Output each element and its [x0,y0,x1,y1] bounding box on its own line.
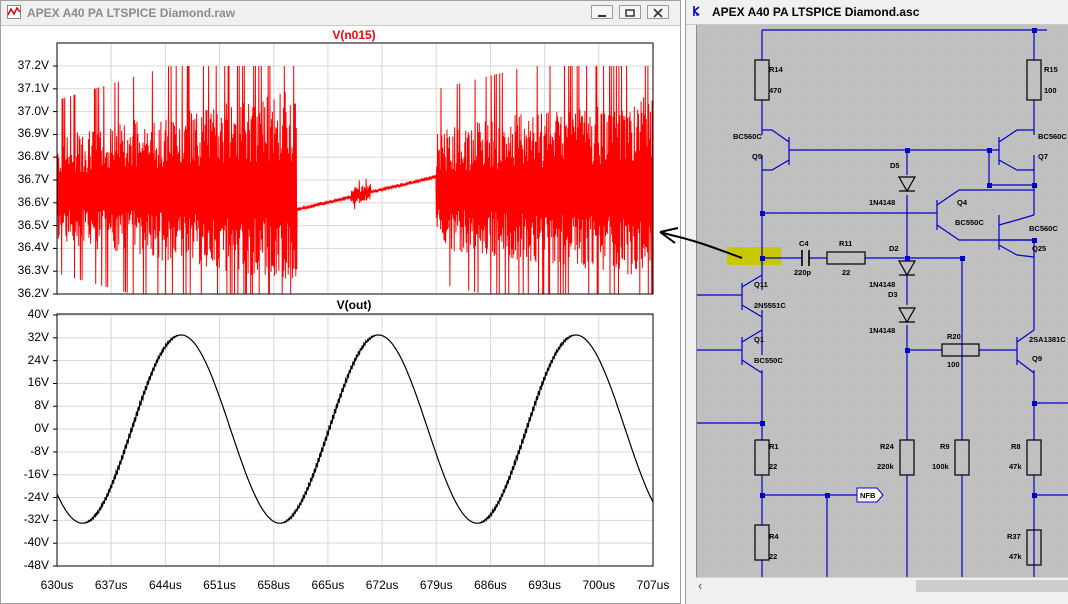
r8-value: 47k [1009,462,1022,471]
resistors [754,59,1042,566]
r20-ref: R20 [947,332,961,341]
waveform-window-title: APEX A40 PA LTSPICE Diamond.raw [27,6,236,20]
q1-ref: Q1 [754,335,764,344]
d5-ref: D5 [890,161,900,170]
schematic-titlebar[interactable]: APEX A40 PA LTSPICE Diamond.asc [686,0,1068,25]
c4-ref: C4 [799,239,809,248]
q7-ref: Q7 [1038,152,1048,161]
r4-ref: R4 [769,532,779,541]
nfb-net-label[interactable]: NFB [856,487,884,503]
waveform-titlebar[interactable]: APEX A40 PA LTSPICE Diamond.raw [1,1,680,26]
plot-area[interactable]: V(n015) V(out) 37.2V 37.1V 37.0V 36.9V 36.8V… [1,26,680,603]
q5-ref: Q5 [752,152,762,161]
d5-model: 1N4148 [869,198,895,207]
r20-value: 100 [947,360,960,369]
restore-icon [625,9,635,17]
d3-model: 1N4148 [869,326,895,335]
schematic-window-title: APEX A40 PA LTSPICE Diamond.asc [712,5,920,19]
r9-value: 100k [932,462,950,471]
svg-text:NFB: NFB [860,491,876,500]
r1-value: 22 [769,462,777,471]
horizontal-scrollbar[interactable]: ‹ [696,577,1068,594]
d2-ref: D2 [889,244,899,253]
q25-ref: Q25 [1032,244,1046,253]
q9-model: 2SA1381C [1029,335,1066,344]
scroll-thumb[interactable] [916,580,1068,592]
bottom-pane-frame [56,313,654,567]
r1-ref: R1 [769,442,779,451]
scroll-left-arrow-icon[interactable]: ‹ [698,578,702,593]
d3-ref: D3 [888,290,898,299]
r4-value: 22 [769,552,777,561]
component-labels: R14 470 R15 100 BC560C Q5 BC560C Q7 D5 1… [733,65,1067,561]
r24-value: 220k [877,462,895,471]
r15-value: 100 [1044,86,1057,95]
d2-model: 1N4148 [869,280,895,289]
capacitor-c4 [801,250,810,266]
q4-ref: Q4 [957,198,968,207]
q9-ref: Q9 [1032,354,1042,363]
minimize-icon [598,15,606,17]
schematic-drawing[interactable]: NFB R14 470 R15 100 BC560C Q5 BC560C Q7 … [697,25,1068,577]
r24-ref: R24 [880,442,895,451]
r15-ref: R15 [1044,65,1058,74]
plot-canvas[interactable] [1,26,680,603]
waveform-window[interactable]: APEX A40 PA LTSPICE Diamond.raw V(n015) … [0,0,681,604]
r9-ref: R9 [940,442,950,451]
schematic-window[interactable]: APEX A40 PA LTSPICE Diamond.asc NFB R14 … [685,0,1068,604]
q7-model: BC560C [1038,132,1067,141]
r11-ref: R11 [839,239,852,248]
waveform-icon [7,5,21,19]
r11-value: 22 [842,268,850,277]
schematic-icon [693,6,700,16]
q5-model: BC560C [733,132,762,141]
r14-ref: R14 [769,65,784,74]
r37-ref: R37 [1007,532,1021,541]
minimize-button[interactable] [591,5,613,19]
r14-value: 470 [769,86,782,95]
r37-value: 47k [1009,552,1022,561]
q11-ref: Q11 [754,280,768,289]
q1-model: BC550C [754,356,783,365]
grid-dots [705,33,1058,562]
schematic-canvas[interactable]: NFB R14 470 R15 100 BC560C Q5 BC560C Q7 … [696,25,1068,577]
r8-ref: R8 [1011,442,1021,451]
close-icon [653,8,663,18]
q11-model: 2N5551C [754,301,786,310]
probe-highlight [727,247,781,265]
q4-model: BC550C [955,218,984,227]
close-button[interactable] [647,5,669,19]
q25-model: BC560C [1029,224,1058,233]
restore-button[interactable] [619,5,641,19]
c4-value: 220p [794,268,812,277]
bottom-grid [53,314,654,567]
